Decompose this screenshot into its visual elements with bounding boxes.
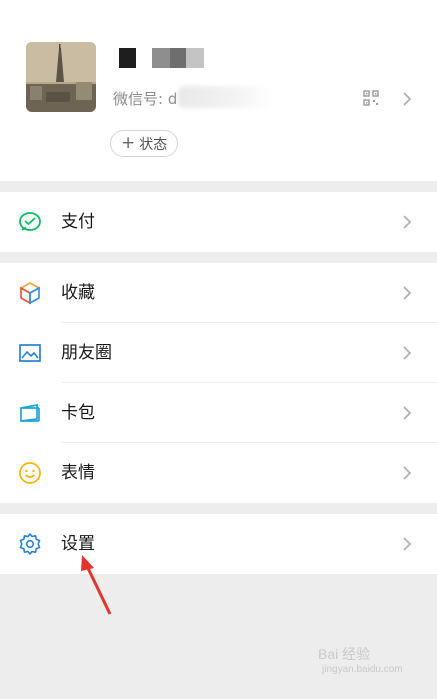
avatar[interactable] [26, 42, 96, 112]
favorites-cube-icon [19, 282, 41, 305]
sticker-smiley-icon [19, 462, 41, 484]
menu-item-label: 支付 [61, 212, 95, 232]
chevron-right-icon [403, 466, 412, 480]
plus-icon: + [121, 133, 136, 153]
chevron-right-icon[interactable] [402, 91, 412, 107]
chevron-right-icon [403, 537, 412, 551]
qr-code-icon[interactable] [363, 90, 379, 106]
menu-item-label: 朋友圈 [61, 343, 112, 363]
pay-icon [19, 212, 41, 231]
menu-item-settings[interactable]: 设置 [0, 514, 437, 574]
nickname-redacted [116, 48, 216, 70]
add-status-button[interactable]: + 状态 [110, 130, 179, 157]
chevron-right-icon [403, 406, 412, 420]
wechat-id: 微信号: d [113, 90, 178, 108]
red-pointer-arrow [81, 555, 112, 615]
menu-item-pay[interactable]: 支付 [0, 192, 437, 252]
menu-item-stickers[interactable]: 表情 [0, 443, 437, 503]
chevron-right-icon [403, 286, 412, 300]
menu-item-moments[interactable]: 朋友圈 [0, 323, 437, 383]
status-label: 状态 [139, 136, 168, 153]
menu-item-label: 表情 [61, 463, 95, 483]
moments-picture-icon [19, 344, 41, 362]
card-wallet-icon [20, 403, 40, 422]
main-menu-group: 收藏 朋友圈 卡包 表情 [0, 263, 437, 503]
menu-item-label: 卡包 [61, 403, 95, 423]
chevron-right-icon [403, 215, 412, 229]
watermark-main: Bai 经验 [318, 646, 371, 662]
pay-group: 支付 [0, 192, 437, 252]
watermark-sub: jingyan.baidu.com [322, 664, 403, 675]
profile-card[interactable]: 微信号: d + 状态 [0, 0, 437, 181]
chevron-right-icon [403, 346, 412, 360]
menu-item-cards[interactable]: 卡包 [0, 383, 437, 443]
wechat-id-redacted [178, 86, 273, 108]
gear-icon [19, 533, 41, 555]
menu-item-favorites[interactable]: 收藏 [0, 263, 437, 323]
avatar-image [26, 42, 96, 112]
baidu-jingyan-watermark: Bai 经验 jingyan.baidu.com [318, 646, 403, 678]
settings-group: 设置 [0, 514, 437, 574]
menu-item-label: 收藏 [61, 283, 95, 303]
